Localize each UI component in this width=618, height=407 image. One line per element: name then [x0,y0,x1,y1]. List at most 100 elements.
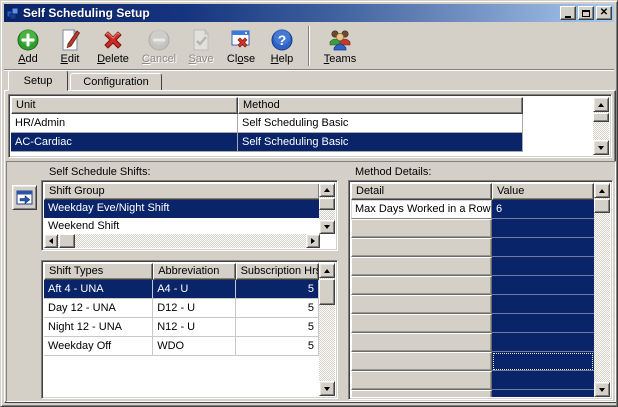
column-header-unit[interactable]: Unit [11,97,238,114]
table-row[interactable]: Night 12 - UNA N12 - U 5 [44,318,319,337]
arrow-left-icon [49,238,53,244]
cell-value-focused[interactable] [492,352,594,371]
cell-detail [351,371,492,390]
table-row-empty[interactable] [351,219,594,238]
method-details-rows: Max Days Worked in a Row 6 [351,200,594,397]
scroll-down-button[interactable] [319,381,335,396]
cell-shift-type: Weekday Off [44,337,153,355]
save-button: Save [182,24,220,68]
cell-value[interactable] [492,295,594,314]
scroll-left-button[interactable] [44,234,58,248]
table-row[interactable]: Max Days Worked in a Row 6 [351,200,594,219]
arrow-down-icon [324,225,330,229]
column-header-subscription-hrs[interactable]: Subscription Hrs [236,263,319,280]
cell-detail [351,219,492,238]
cell-value[interactable] [492,257,594,276]
arrow-up-icon [324,188,330,192]
cell-value[interactable] [492,314,594,333]
table-row-empty[interactable] [351,276,594,295]
help-button[interactable]: ? Help [262,24,302,68]
red-x-icon [100,27,126,53]
table-row-empty[interactable] [351,333,594,352]
table-row-selected[interactable]: Aft 4 - UNA A4 - U 5 [44,280,319,299]
cell-unit: HR/Admin [11,114,238,132]
minimize-button[interactable] [560,6,576,20]
table-row-empty[interactable] [351,390,594,397]
self-scheduling-setup-window: Self Scheduling Setup ✕ Add [0,0,618,407]
scroll-track[interactable] [594,198,610,382]
scroll-thumb[interactable] [319,279,335,305]
cell-value[interactable] [492,219,594,238]
shift-group-vscrollbar[interactable] [319,183,335,234]
column-header-shift-types[interactable]: Shift Types [44,263,153,280]
table-row[interactable]: Day 12 - UNA D12 - U 5 [44,299,319,318]
scroll-down-button[interactable] [594,382,610,397]
unit-table-scrollbar[interactable] [593,97,609,155]
minus-gray-circle-icon [146,27,172,53]
close-button[interactable]: Close [220,24,262,68]
scroll-track[interactable] [58,234,306,248]
scroll-down-button[interactable] [593,140,609,155]
scroll-right-button[interactable] [306,234,320,248]
scroll-up-button[interactable] [319,263,335,278]
cell-value[interactable] [492,390,594,397]
table-row-empty[interactable] [351,257,594,276]
scroll-thumb[interactable] [594,199,610,213]
tab-strip: Setup Configuration [4,70,162,91]
delete-button[interactable]: Delete [90,24,136,68]
page-check-icon [188,27,214,53]
column-header-abbreviation[interactable]: Abbreviation [153,263,235,280]
table-row-empty[interactable] [351,295,594,314]
cell-value[interactable] [492,333,594,352]
cell-shift-type: Day 12 - UNA [44,299,153,317]
edit-button[interactable]: Edit [50,24,90,68]
column-header-detail[interactable]: Detail [351,183,492,200]
table-row-empty-focused[interactable] [351,352,594,371]
arrow-right-icon [311,238,315,244]
unit-method-header-row: Unit Method [11,97,593,114]
close-window-button[interactable]: ✕ [596,6,612,20]
cell-value[interactable]: 6 [492,200,594,219]
cell-detail [351,333,492,352]
arrow-up-icon [324,269,330,273]
scroll-thumb[interactable] [593,113,609,122]
method-details-scrollbar[interactable] [594,183,610,397]
page-pencil-icon [57,27,83,53]
column-header-shift-group[interactable]: Shift Group [44,183,320,200]
column-header-value[interactable]: Value [492,183,594,200]
cell-abbreviation: D12 - U [153,299,235,317]
minimize-icon [565,16,571,18]
shifts-details-group: Self Schedule Shifts: Shift Group Weekda… [6,161,616,402]
maximize-button[interactable] [578,6,594,20]
table-row[interactable]: Weekday Off WDO 5 [44,337,319,356]
table-row-empty[interactable] [351,314,594,333]
scroll-down-button[interactable] [319,220,335,234]
cell-value[interactable] [492,276,594,295]
table-row-empty[interactable] [351,238,594,257]
cell-value[interactable] [492,238,594,257]
window-title: Self Scheduling Setup [23,6,558,20]
table-row[interactable]: HR/Admin Self Scheduling Basic [11,114,523,133]
shift-types-scrollbar[interactable] [319,263,335,396]
cell-value[interactable] [492,371,594,390]
assign-shift-group-button[interactable] [12,185,37,210]
table-row-selected[interactable]: AC-Cardiac Self Scheduling Basic [11,133,523,152]
list-item-selected[interactable]: Weekday Eve/Night Shift [44,200,320,218]
shift-group-hscrollbar[interactable] [44,234,320,248]
cell-method: Self Scheduling Basic [238,133,523,151]
cell-detail [351,295,492,314]
column-header-method[interactable]: Method [238,97,523,114]
scroll-thumb[interactable] [319,198,335,210]
scroll-up-button[interactable] [594,183,610,198]
table-row-empty[interactable] [351,371,594,390]
scroll-thumb[interactable] [59,234,75,248]
close-icon: ✕ [600,8,608,18]
tab-configuration[interactable]: Configuration [70,73,162,91]
add-label: Add [18,53,38,66]
scroll-up-button[interactable] [319,183,335,197]
add-button[interactable]: Add [6,24,50,68]
tab-setup[interactable]: Setup [8,70,68,91]
scroll-up-button[interactable] [593,97,609,112]
method-details-table: Detail Value Max Days Worked in a Row 6 [348,180,613,400]
teams-button[interactable]: Teams [316,24,364,68]
